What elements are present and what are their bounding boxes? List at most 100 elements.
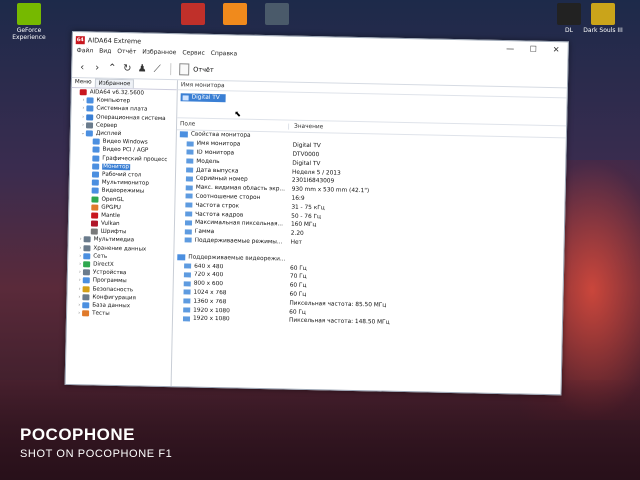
category-icon [83, 261, 91, 268]
property-icon [186, 158, 194, 164]
details-pane: Имя монитора Digital TV ⬉ Поле Значение … [172, 80, 567, 394]
property-icon [185, 176, 193, 182]
sidebar-item-label: Устройства [92, 269, 127, 277]
category-icon [91, 187, 99, 194]
window-title: AIDA64 Extreme [87, 35, 142, 45]
menu-item[interactable]: Избранное [142, 48, 176, 59]
menu-item[interactable]: Вид [99, 48, 111, 58]
column-value[interactable]: Значение [289, 123, 323, 130]
category-icon [83, 236, 91, 243]
column-field[interactable]: Поле [177, 120, 290, 130]
value-cell: 2.20 [290, 230, 304, 238]
property-icon [184, 237, 192, 244]
field-label: Гамма [194, 228, 215, 236]
value-cell: Неделя 5 / 2013 [292, 169, 341, 177]
desktop-icon[interactable] [254, 3, 300, 27]
property-icon [186, 141, 194, 147]
field-label: 800 x 600 [193, 280, 224, 288]
category-icon [92, 138, 100, 145]
category-icon [92, 155, 100, 162]
report-button[interactable]: Отчёт [179, 63, 214, 76]
report-label: Отчёт [193, 65, 214, 74]
category-icon [85, 122, 94, 129]
sidebar-item-label: Монитор [102, 163, 131, 171]
sidebar-item-label: Сервер [95, 122, 118, 129]
app-icon [17, 3, 41, 25]
sidebar-item-label: Vulkan [100, 220, 120, 228]
value-cell: 16:9 [291, 195, 305, 202]
category-icon [82, 277, 90, 284]
up-arrow-icon[interactable]: ⌃ [106, 62, 118, 73]
value-cell: 160 МГц [290, 221, 317, 229]
desktop-icon[interactable] [170, 3, 216, 27]
sidebar-item-label: DirectX [93, 261, 114, 268]
minimize-button[interactable]: — [499, 44, 522, 53]
monitor-icon [177, 254, 186, 261]
sidebar-tree: AIDA64 v6.32.5600 › Компьютер › Системная пл… [67, 88, 177, 319]
refresh-icon[interactable]: ↻ [121, 63, 133, 74]
property-icon [185, 193, 193, 200]
field-label: Дата выпуска [196, 167, 239, 175]
category-icon [90, 220, 99, 227]
menu-item[interactable]: Отчёт [117, 48, 136, 58]
sidebar-item-label: AIDA64 v6.32.5600 [89, 89, 144, 97]
desktop-icon-label: GeForce Experience [12, 27, 46, 41]
property-icon [182, 316, 191, 322]
value-cell: 60 Гц [289, 309, 306, 316]
menu-item[interactable]: Сервис [182, 49, 205, 59]
category-icon [91, 212, 99, 219]
video-modes-list: 640 x 480 60 Гц 720 x 400 70 Гц 800 x 600 60 … [173, 261, 563, 331]
sidebar-item-label: Рабочий стол [101, 171, 142, 179]
sidebar-item[interactable]: › Тесты [67, 309, 172, 319]
desktop-icon[interactable]: GeForce Experience [6, 3, 52, 41]
field-label: Поддерживаемые режимы... [194, 237, 283, 246]
sidebar-item-label: База данных [92, 302, 131, 310]
category-icon [86, 105, 94, 112]
field-label: 720 x 400 [193, 271, 224, 279]
app-icon [181, 3, 205, 25]
sidebar: Меню Избранное AIDA64 v6.32.5600 › Компьюте… [65, 78, 178, 387]
property-icon [183, 272, 191, 278]
property-icon [185, 211, 193, 217]
field-label: Частота кадров [195, 211, 244, 219]
maximize-button[interactable]: ☐ [522, 44, 545, 54]
sidebar-tab[interactable]: Избранное [94, 78, 135, 89]
value-cell: Пиксельная частота: 148.50 МГц [288, 317, 390, 327]
category-icon [79, 89, 87, 96]
mouse-cursor-icon: ⬉ [234, 109, 242, 119]
back-arrow-icon[interactable]: ‹ [76, 62, 88, 73]
watermark-brand: POCOPHONE [20, 425, 136, 444]
aida64-window: 64 AIDA64 Extreme — ☐ ✕ Файл Вид Отчёт Избр… [64, 31, 569, 396]
section-title: Свойства монитора [190, 131, 251, 140]
sidebar-item-label: Мультимедиа [93, 236, 135, 244]
app-icon [591, 3, 615, 25]
field-label: 1920 x 1080 [192, 315, 230, 323]
forward-arrow-icon[interactable]: › [91, 62, 103, 73]
chart-icon[interactable]: ⟋ [151, 63, 163, 74]
close-button[interactable]: ✕ [545, 45, 568, 54]
menu-item[interactable]: Файл [76, 47, 94, 57]
sidebar-item-label: Видео Windows [102, 138, 148, 146]
value-cell: 70 Гц [289, 273, 307, 281]
desktop-icon[interactable]: Dark Souls III [580, 3, 626, 34]
menu-item[interactable]: Справка [211, 50, 238, 61]
category-icon [82, 285, 90, 293]
sidebar-item-label: Системная плата [96, 105, 148, 114]
monitor-item[interactable]: Digital TV [180, 93, 226, 103]
property-icon [186, 167, 194, 173]
value-cell: Нет [290, 239, 302, 246]
user-icon[interactable]: ♟ [136, 63, 148, 74]
desktop-icon[interactable] [212, 3, 258, 27]
property-icon [185, 185, 193, 191]
field-label: Соотношение сторон [195, 193, 261, 201]
sidebar-tab[interactable]: Меню [72, 78, 95, 87]
sidebar-item-label: Хранение данных [93, 245, 147, 253]
sidebar-item-label: Тесты [92, 310, 110, 318]
field-label: 1920 x 1080 [193, 307, 230, 314]
property-icon [183, 281, 191, 287]
sidebar-item-label: Конфигурация [92, 294, 136, 302]
category-icon [91, 204, 99, 211]
sidebar-item-label: Mantle [101, 212, 121, 219]
property-icon [184, 263, 192, 269]
sidebar-item-label: Видео PCI / AGP [102, 147, 149, 155]
